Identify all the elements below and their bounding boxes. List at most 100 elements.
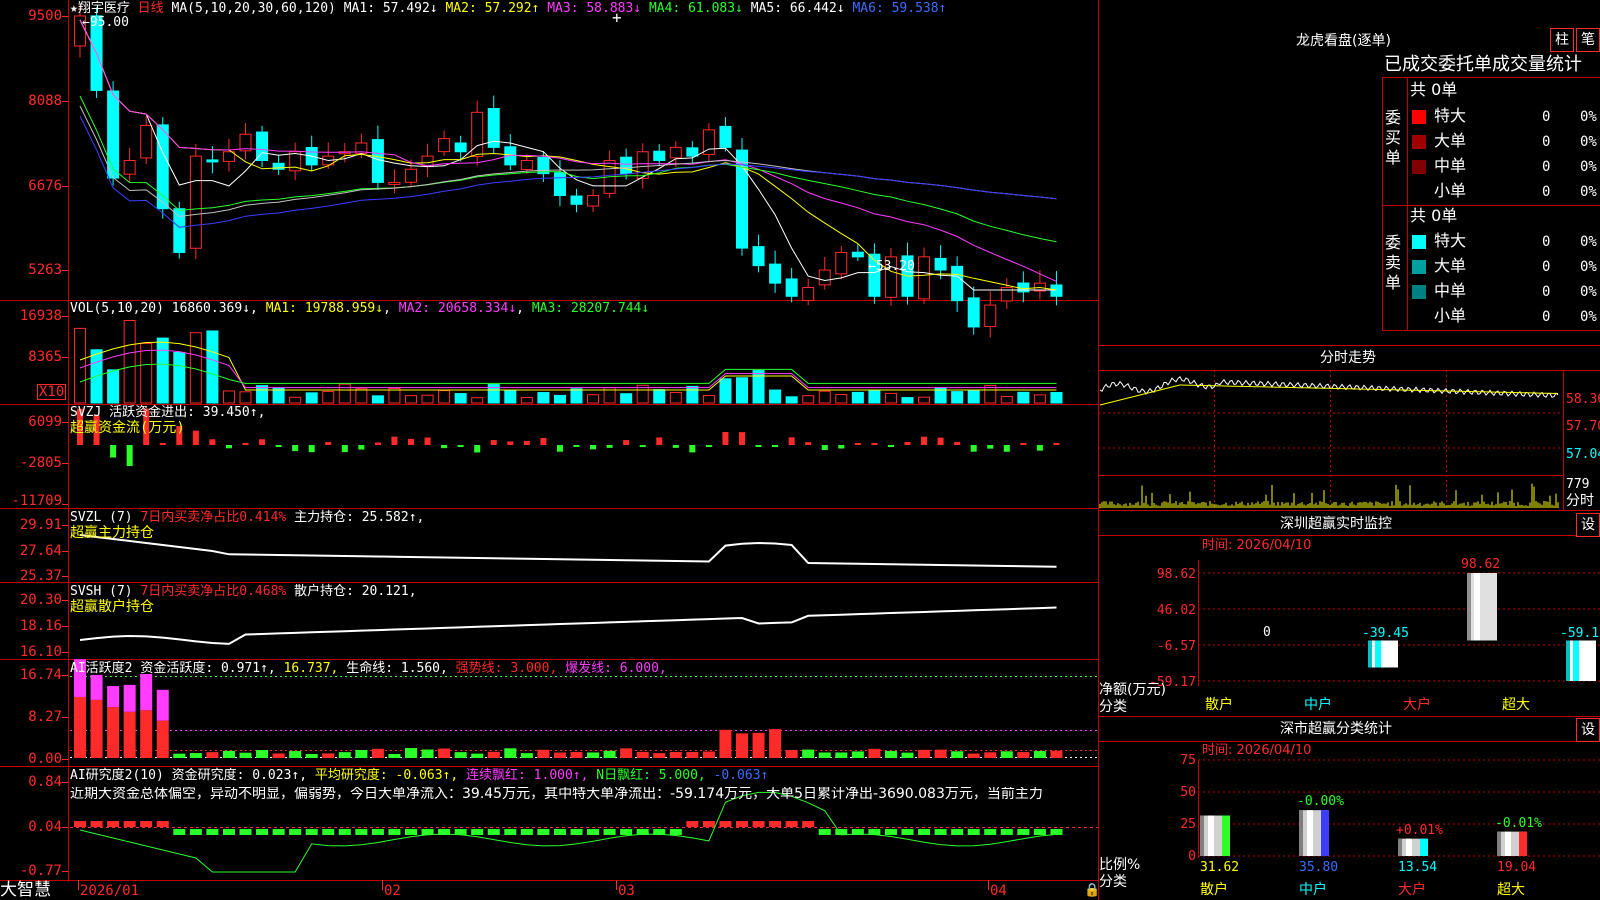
svzj-title: 超赢资金流(万元) xyxy=(70,420,185,436)
research-bar-33 xyxy=(620,829,633,835)
research-bar-45 xyxy=(818,829,831,835)
cl-bar-color-0 xyxy=(1222,815,1230,856)
ma4-label: MA4: 61.083↓ xyxy=(648,1,743,16)
activity-bar-30 xyxy=(570,752,583,758)
period-label[interactable]: 日线 xyxy=(138,1,164,16)
cl-change-label-3: -0.01% xyxy=(1495,815,1542,831)
bar-mode-button[interactable]: 柱 xyxy=(1550,28,1574,52)
ma2-label: MA2: 57.292↑ xyxy=(445,1,540,16)
volume-bar-31 xyxy=(587,394,600,404)
intraday-ytick-0: 58.36 xyxy=(1566,392,1600,407)
cl-value-label-2: 13.54 xyxy=(1398,860,1438,875)
rt-category-1: 中户 xyxy=(1304,697,1332,713)
fundflow-bar-31 xyxy=(590,445,597,450)
tick-mode-button[interactable]: 笔 xyxy=(1576,28,1600,52)
lock-icon[interactable]: 🔒 xyxy=(1084,884,1100,897)
ma-line-20 xyxy=(79,19,1057,282)
candle-body-31 xyxy=(587,195,600,207)
activity-bar-44 xyxy=(802,749,815,758)
xtick-3: 04 xyxy=(990,883,1007,899)
volume-bar-37 xyxy=(686,385,699,404)
svsh-legend: SVSH (7) 7日内买卖净占比0.468% 散户持仓: 20.121, xyxy=(70,584,417,599)
volume-bar-10 xyxy=(239,391,252,404)
activity-top-2 xyxy=(107,686,120,708)
buy-pct-2: 0% xyxy=(1580,159,1597,175)
research-bar-5 xyxy=(156,821,169,827)
low-price-label: ←53.20 xyxy=(868,259,915,274)
activity-bar-36 xyxy=(669,752,682,758)
research-bar-41 xyxy=(752,821,765,827)
dragon-header: 已成交委托单成交量统计 xyxy=(1384,54,1582,75)
cl-ytick-1: 50 xyxy=(1180,785,1196,800)
fundflow-bar-46 xyxy=(838,445,845,449)
dragon-title: 龙虎看盘(逐单) xyxy=(1296,33,1391,49)
fundflow-bar-55 xyxy=(987,445,994,449)
vol-legend: VOL(5,10,20) 16860.369↓, MA1: 19788.959↓… xyxy=(70,301,650,316)
stock-name[interactable]: 翔宇医疗 xyxy=(78,1,130,16)
activity-top-1 xyxy=(90,674,103,700)
fundflow-bar-23 xyxy=(457,445,464,447)
volume-bar-30 xyxy=(570,388,583,404)
crosshair-icon: + xyxy=(612,8,622,27)
research-bar-44 xyxy=(802,821,815,827)
activity-bar-24 xyxy=(471,753,484,758)
cl-bar-edge-1 xyxy=(1299,810,1303,856)
candle-body-3 xyxy=(123,160,136,175)
candle-body-4 xyxy=(140,124,153,159)
ytick-svsh-2: 16.10 xyxy=(19,644,62,660)
research-bar-1 xyxy=(90,821,103,827)
classify-settings-button[interactable]: 设 xyxy=(1576,718,1600,742)
volume-bar-50 xyxy=(901,397,914,404)
fundflow-bar-17 xyxy=(358,445,365,450)
research-bar-53 xyxy=(951,829,964,835)
intraday-title: 分时走势 xyxy=(1320,350,1376,366)
volume-bar-27 xyxy=(520,397,533,404)
research-bar-39 xyxy=(719,821,732,827)
activity-bar-23 xyxy=(454,752,467,758)
research-bar-31 xyxy=(587,829,600,835)
activity-bar-17 xyxy=(355,749,368,758)
rt-bar-edge-3 xyxy=(1566,640,1570,681)
cl-bar-hl-3 xyxy=(1505,831,1511,856)
research-bar-0 xyxy=(74,821,86,827)
star-icon: ★ xyxy=(70,1,78,16)
realtime-settings-button[interactable]: 设 xyxy=(1576,513,1600,537)
cl-ytick-2: 25 xyxy=(1180,817,1196,832)
cl-bar-hl-1 xyxy=(1307,810,1313,856)
research-bar-27 xyxy=(520,829,533,835)
volume-ma-0 xyxy=(79,341,1057,391)
cl-value-label-3: 19.04 xyxy=(1497,860,1537,875)
buy-side-label: 委买单 xyxy=(1385,108,1402,167)
chart-layer xyxy=(74,4,1596,873)
realtime-time: 时间: 2026/04/10 xyxy=(1202,538,1312,553)
cl-bar-color-1 xyxy=(1321,810,1329,856)
candle-body-37 xyxy=(686,147,699,157)
research-bar-2 xyxy=(107,821,120,827)
activity-bar-27 xyxy=(520,753,533,758)
candle-body-30 xyxy=(570,195,583,205)
xtick-0: 2026/01 xyxy=(80,883,140,899)
high-price-label: ←95.00 xyxy=(82,15,129,30)
buy-swatch-2 xyxy=(1412,160,1426,174)
volume-bar-35 xyxy=(653,389,666,404)
ai-research-comment: 近期大资金总体偏空，异动不明显，偏弱势，今日大单净流入：39.45万元，其中特大… xyxy=(70,787,1043,801)
volume-ma-2 xyxy=(79,363,1057,384)
activity-bar-20 xyxy=(405,748,417,758)
fundflow-bar-11 xyxy=(259,439,266,445)
candle-body-55 xyxy=(984,304,997,327)
activity-bar-28 xyxy=(537,749,550,758)
intraday-ytick-1: 57.70 xyxy=(1566,419,1600,434)
sell-side-label: 委卖单 xyxy=(1385,233,1402,292)
rt-ylabel: 净额(万元) xyxy=(1099,682,1166,698)
volume-bar-15 xyxy=(322,390,335,404)
cl-category-1: 中户 xyxy=(1299,882,1327,898)
volume-bar-11 xyxy=(256,385,269,404)
ytick-svzj-1: -2805 xyxy=(19,455,62,471)
fundflow-bar-42 xyxy=(772,445,779,447)
ytick-air-2: -0.77 xyxy=(19,863,62,879)
fundflow-bar-15 xyxy=(325,441,332,445)
candle-body-36 xyxy=(669,146,682,159)
buy-pct-3: 0% xyxy=(1580,184,1597,200)
research-bar-36 xyxy=(669,829,682,835)
main-holding-line xyxy=(79,534,1057,568)
